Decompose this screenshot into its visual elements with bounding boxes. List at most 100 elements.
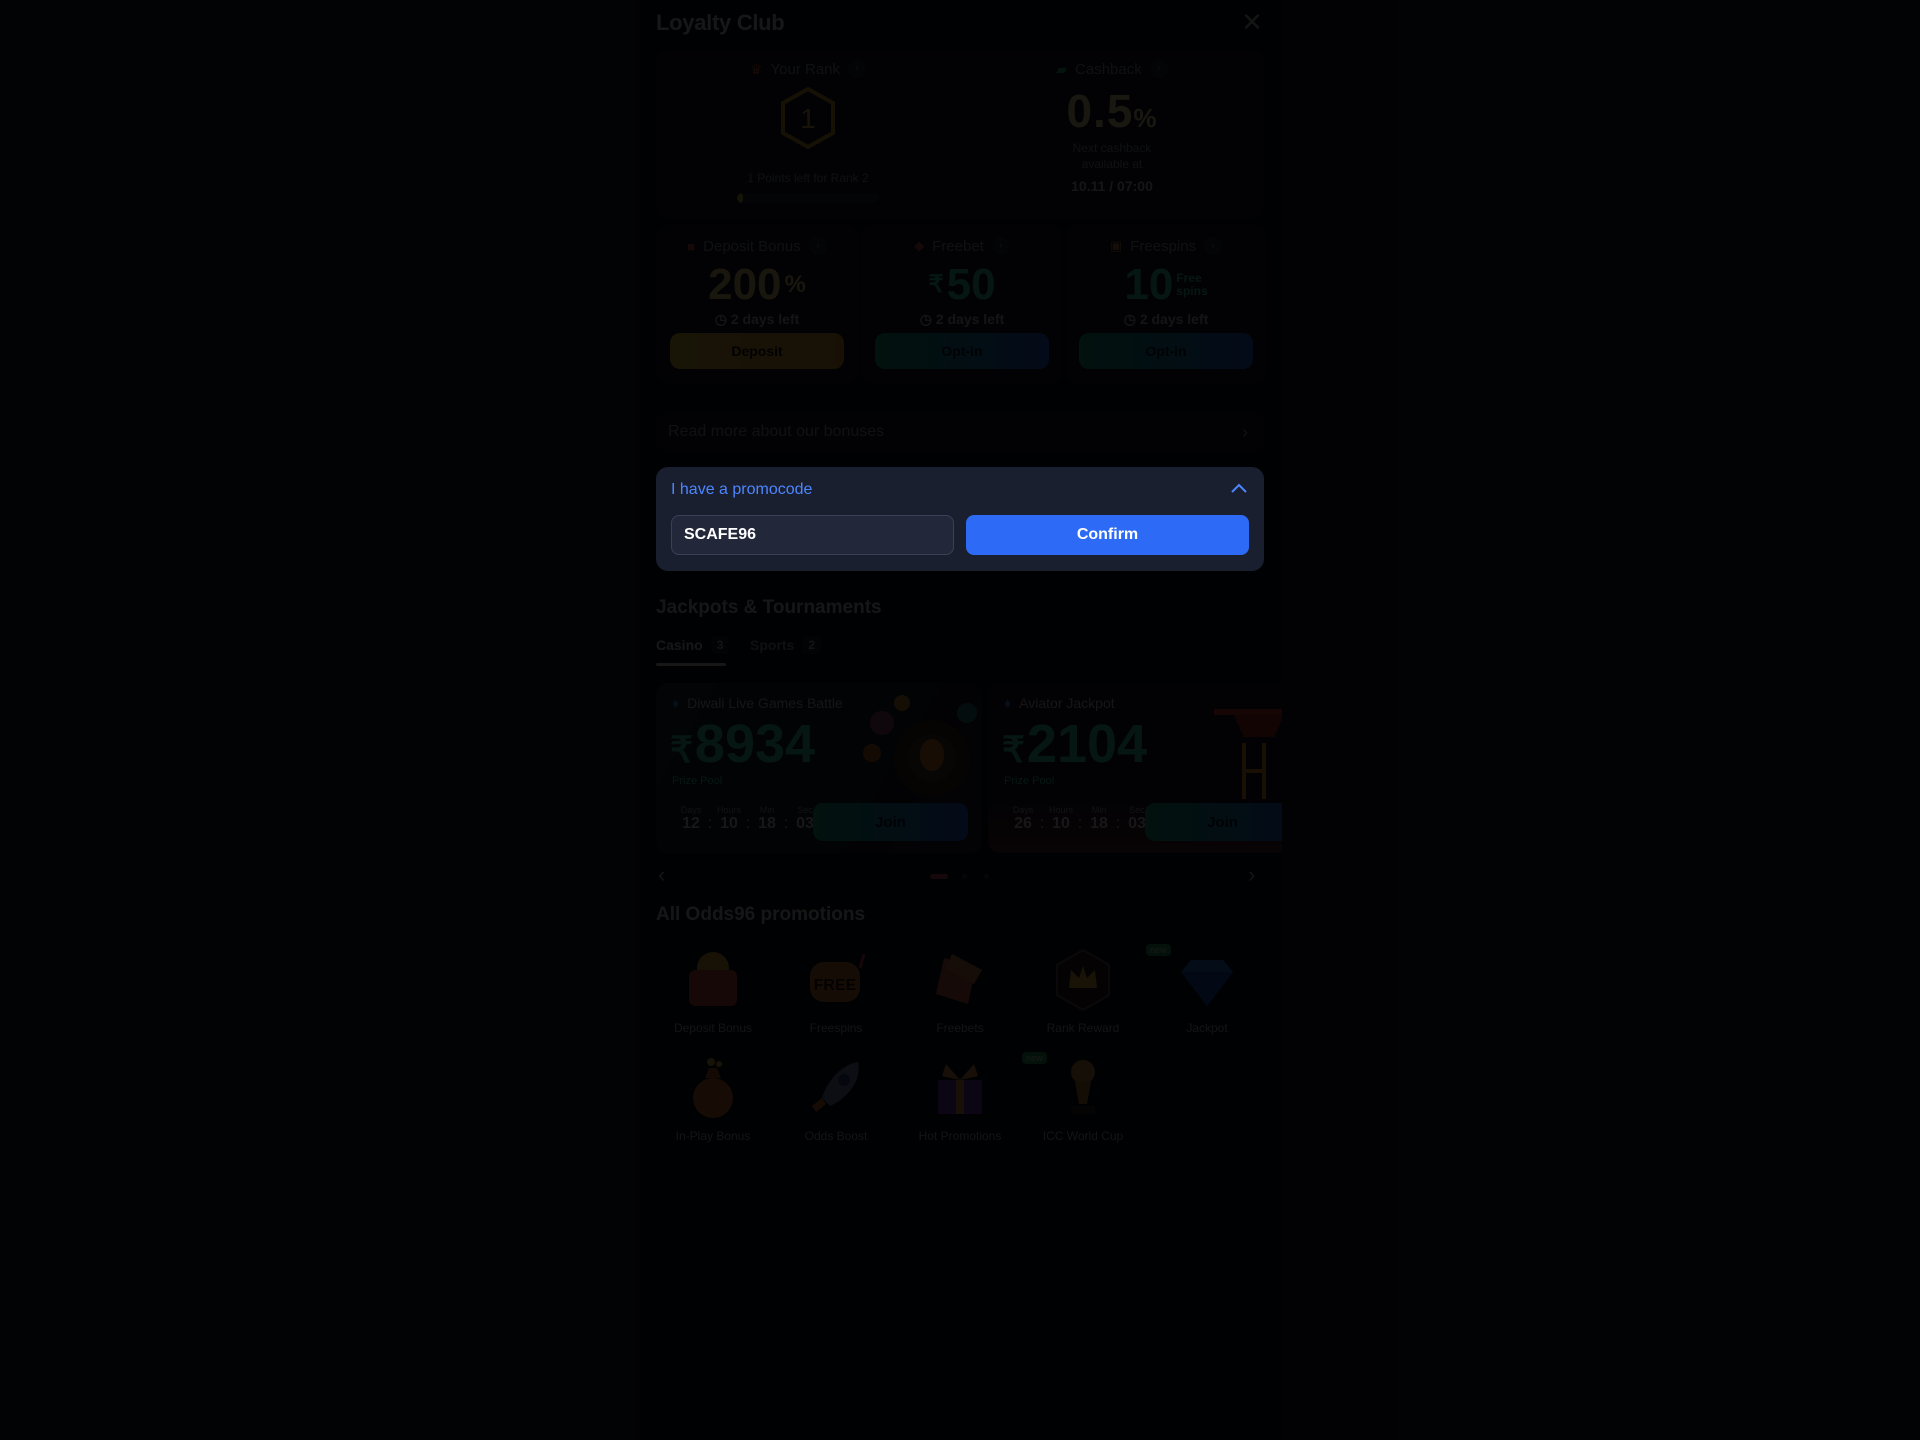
ticket-icon: ◆ xyxy=(914,238,925,253)
ticket-icon xyxy=(936,954,982,1004)
promo-in-play-bonus[interactable]: In-Play Bonus xyxy=(658,1056,768,1143)
rank-value: 1 xyxy=(800,103,816,134)
chevron-right-icon: › xyxy=(1242,422,1248,442)
close-icon[interactable]: ✕ xyxy=(1238,8,1266,36)
jackpot-card[interactable]: ♦ Aviator Jackpot ₹2104 Prize Pool Days 26… xyxy=(988,683,1282,853)
freebet-opt-in-button[interactable]: Opt-in xyxy=(875,333,1049,369)
jackpot-name: Diwali Live Games Battle xyxy=(687,695,843,711)
rocket-icon xyxy=(812,1062,859,1112)
join-button[interactable]: Join xyxy=(1145,803,1282,841)
next-cashback-date: 10.11 / 07:00 xyxy=(1071,178,1153,194)
tab-count: 3 xyxy=(710,636,730,654)
cash-icon: ▰ xyxy=(1056,60,1068,77)
crown-icon: ♛ xyxy=(749,60,763,77)
aviator-plane-image xyxy=(1214,709,1282,799)
promocode-panel: I have a promocode Confirm xyxy=(656,467,1264,571)
carousel-dot-3[interactable] xyxy=(984,874,989,879)
cashback-info-button[interactable]: › xyxy=(1149,60,1168,78)
tab-casino[interactable]: Casino 3 xyxy=(656,636,730,654)
bonus-card-deposit: ■ Deposit Bonus › 200% ◷ 2 days left Dep… xyxy=(656,225,858,383)
carousel-dot-1[interactable] xyxy=(930,874,948,879)
rank-cashback-card: ♛ Your Rank › 1 1 Points left for Rank 2… xyxy=(656,50,1264,218)
bonus-label: Freebet xyxy=(932,237,984,255)
read-more-text: Read more about our bonuses xyxy=(668,423,885,440)
jackpot-amount: ₹8934 xyxy=(670,714,816,774)
rank-progress-fill xyxy=(737,193,743,203)
bonus-value: ₹50 xyxy=(928,260,996,309)
diamond-icon: ♦ xyxy=(672,695,680,711)
promo-freespins[interactable]: FREE Freespins xyxy=(781,948,891,1035)
promo-jackpot[interactable]: new Jackpot xyxy=(1146,944,1262,1035)
promocode-input[interactable] xyxy=(671,515,954,555)
promo-icc-world-cup[interactable]: new ICC World Cup xyxy=(1022,1052,1138,1143)
bonus-value: 200% xyxy=(708,260,806,309)
jackpots-title: Jackpots & Tournaments xyxy=(656,597,882,618)
promo-hot-promotions[interactable]: Hot Promotions xyxy=(905,1056,1015,1143)
bonus-label: Freespins xyxy=(1130,237,1197,255)
rank-section: ♛ Your Rank › 1 1 Points left for Rank 2 xyxy=(656,50,960,218)
diamond-icon xyxy=(1181,960,1233,1006)
carousel-prev-button[interactable]: ‹ xyxy=(658,862,665,888)
promo-rank-reward[interactable]: Rank Reward xyxy=(1028,948,1138,1035)
join-button[interactable]: Join xyxy=(813,803,968,841)
points-left-text: 1 Points left for Rank 2 xyxy=(747,171,869,185)
jackpot-card[interactable]: ♦ Diwali Live Games Battle ₹8934 Prize Po… xyxy=(656,683,982,853)
wallet-icon: ■ xyxy=(687,238,696,254)
tab-sports[interactable]: Sports 2 xyxy=(750,636,822,654)
diwali-lamp-image xyxy=(863,695,977,796)
trophy-icon xyxy=(1071,1060,1095,1114)
promo-deposit-bonus[interactable]: Deposit Bonus xyxy=(658,948,768,1035)
countdown-timer: Days 26 : Hours 10 : Min 18 : Sec 03 xyxy=(1012,805,1146,832)
read-more-bonuses-link[interactable]: Read more about our bonuses › xyxy=(656,412,1264,452)
days-left: ◷ 2 days left xyxy=(919,311,1005,327)
gift-icon xyxy=(938,1064,982,1114)
wallet-icon xyxy=(689,952,737,1006)
days-left: ◷ 2 days left xyxy=(1123,311,1209,327)
loyalty-club-modal: Loyalty Club ✕ ♛ Your Rank › 1 1 Points … xyxy=(640,0,1282,1440)
carousel-next-button[interactable]: › xyxy=(1248,862,1255,888)
timer-icon: ◷ xyxy=(1123,311,1140,327)
promo-freebets[interactable]: Freebets xyxy=(905,948,1015,1035)
promo-odds-boost[interactable]: Odds Boost xyxy=(781,1056,891,1143)
crown-icon xyxy=(1056,948,1110,1012)
confirm-button[interactable]: Confirm xyxy=(966,515,1249,555)
page: Loyalty Club ✕ ♛ Your Rank › 1 1 Points … xyxy=(0,0,1920,1440)
countdown-timer: Days 12 : Hours 10 : Min 18 : Sec 03 xyxy=(680,805,814,832)
new-badge: new xyxy=(1146,944,1171,956)
days-left: ◷ 2 days left xyxy=(714,311,800,327)
freespins-info-button[interactable]: › xyxy=(1204,237,1223,255)
timer-icon: ◷ xyxy=(919,311,936,327)
svg-text:FREE: FREE xyxy=(814,977,857,994)
timer-icon: ◷ xyxy=(714,311,731,327)
prize-pool-label: Prize Pool xyxy=(1004,775,1055,787)
rank-label: Your Rank xyxy=(770,60,841,78)
money-bag-icon xyxy=(693,1058,733,1118)
active-tab-indicator xyxy=(656,663,726,666)
slot-icon: ▣ xyxy=(1109,238,1123,253)
bonus-card-freebet: ◆ Freebet › ₹50 ◷ 2 days left Opt-in xyxy=(861,225,1063,383)
rank-progress-bar xyxy=(737,193,879,203)
diamond-icon: ♦ xyxy=(1004,695,1012,711)
bonus-value: 10 Free spins xyxy=(1124,260,1208,309)
rank-info-button[interactable]: › xyxy=(848,60,867,78)
prize-pool-label: Prize Pool xyxy=(672,775,723,787)
promocode-toggle[interactable]: I have a promocode xyxy=(671,481,812,499)
cashback-value: 0.5% xyxy=(1066,85,1158,137)
rank-hexagon-icon: 1 xyxy=(781,86,835,150)
carousel-dot-2[interactable] xyxy=(962,874,967,879)
deposit-bonus-info-button[interactable]: › xyxy=(808,237,827,255)
next-cashback-text: Next cashback available at xyxy=(1072,141,1152,171)
jackpot-amount: ₹2104 xyxy=(1002,714,1148,774)
slot-free-icon: FREE xyxy=(810,953,866,1002)
modal-title: Loyalty Club xyxy=(656,10,785,35)
deposit-button[interactable]: Deposit xyxy=(670,333,844,369)
freebet-info-button[interactable]: › xyxy=(991,237,1010,255)
chevron-up-icon[interactable] xyxy=(1228,477,1250,499)
bonus-label: Deposit Bonus xyxy=(703,237,801,255)
cashback-section: ▰ Cashback › 0.5% Next cashback availabl… xyxy=(960,50,1264,218)
freespins-opt-in-button[interactable]: Opt-in xyxy=(1079,333,1253,369)
tab-count: 2 xyxy=(802,636,822,654)
bonus-card-freespins: ▣ Freespins › 10 Free spins ◷ 2 days left… xyxy=(1065,225,1267,383)
jackpot-name: Aviator Jackpot xyxy=(1019,695,1115,711)
promotions-title: All Odds96 promotions xyxy=(656,904,866,925)
